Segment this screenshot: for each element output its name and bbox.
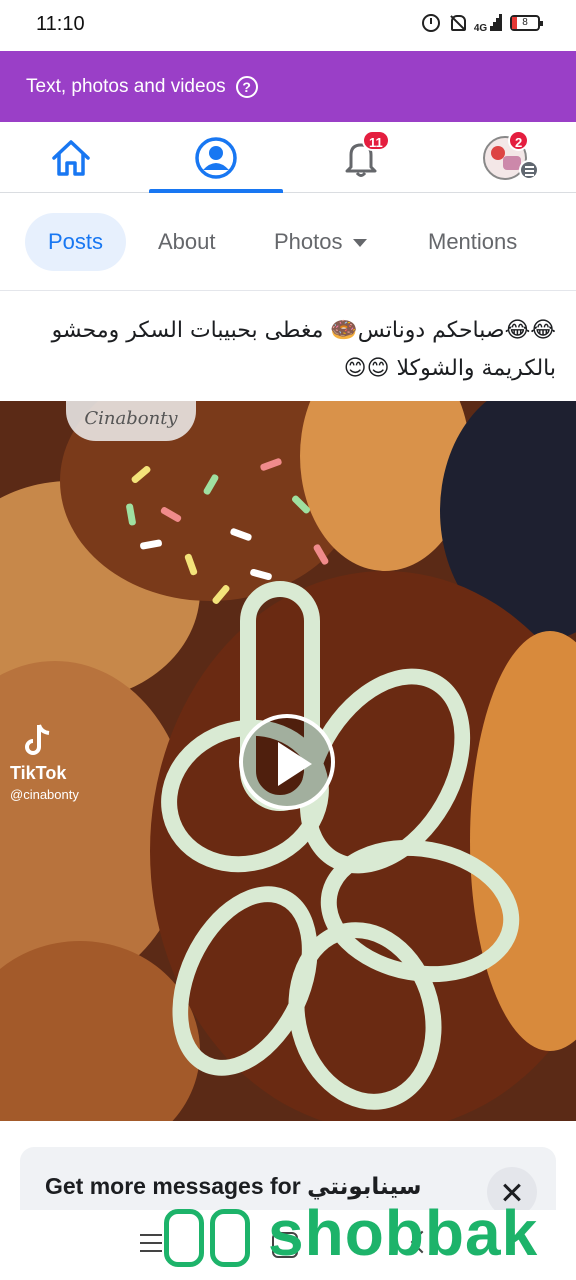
home-icon bbox=[52, 139, 90, 176]
nav-profile[interactable] bbox=[149, 122, 283, 193]
nav-menu[interactable]: 2 bbox=[438, 122, 572, 193]
tiktok-username: @cinabonty bbox=[10, 787, 79, 802]
alarm-icon bbox=[421, 14, 440, 32]
tab-mentions[interactable]: Mentions bbox=[428, 213, 517, 271]
top-navigation: 11 2 bbox=[0, 122, 576, 193]
nav-home[interactable] bbox=[4, 122, 138, 193]
tab-photos-label: Photos bbox=[274, 229, 343, 254]
profile-tabs: Posts About Photos Mentions bbox=[0, 193, 576, 291]
question-circle-icon[interactable]: ? bbox=[235, 75, 258, 98]
menu-badge: 2 bbox=[508, 130, 530, 151]
tiktok-label: TikTok bbox=[10, 763, 67, 783]
status-time: 11:10 bbox=[36, 13, 85, 35]
tab-about[interactable]: About bbox=[158, 213, 216, 271]
tab-photos[interactable]: Photos bbox=[274, 213, 367, 271]
battery-icon: 8 bbox=[510, 15, 543, 31]
shobbak-logo-icon bbox=[158, 1197, 254, 1269]
post-text: 😂😂صباحكم دوناتس🍩 مغطى بحبيبات السكر ومحش… bbox=[51, 318, 556, 381]
menu-icon bbox=[519, 160, 539, 180]
play-button[interactable] bbox=[239, 714, 335, 810]
brand-tag: Cinabonty bbox=[66, 401, 196, 441]
tiktok-icon bbox=[25, 724, 50, 755]
banner-text: Text, photos and videos bbox=[26, 75, 226, 97]
chevron-down-icon bbox=[352, 239, 367, 248]
nav-notifications[interactable]: 11 bbox=[294, 122, 428, 193]
watermark-text: shobbak bbox=[268, 1197, 539, 1269]
donut-left-bottom bbox=[0, 941, 200, 1121]
network-type: 4G bbox=[473, 23, 488, 34]
post-video[interactable]: Cinabonty TikTok @cinabonty bbox=[0, 401, 576, 1121]
shobbak-watermark: shobbak bbox=[158, 1196, 538, 1270]
profile-icon bbox=[195, 136, 237, 179]
signal-icon: 4G bbox=[473, 14, 502, 34]
status-icons: 4G 8 bbox=[421, 14, 543, 34]
status-bar: 11:10 4G 8 bbox=[0, 0, 576, 50]
notifications-badge: 11 bbox=[362, 130, 390, 151]
tab-posts[interactable]: Posts bbox=[25, 213, 126, 271]
muted-bell-icon bbox=[448, 14, 466, 32]
composer-banner[interactable]: Text, photos and videos ? bbox=[0, 51, 576, 122]
